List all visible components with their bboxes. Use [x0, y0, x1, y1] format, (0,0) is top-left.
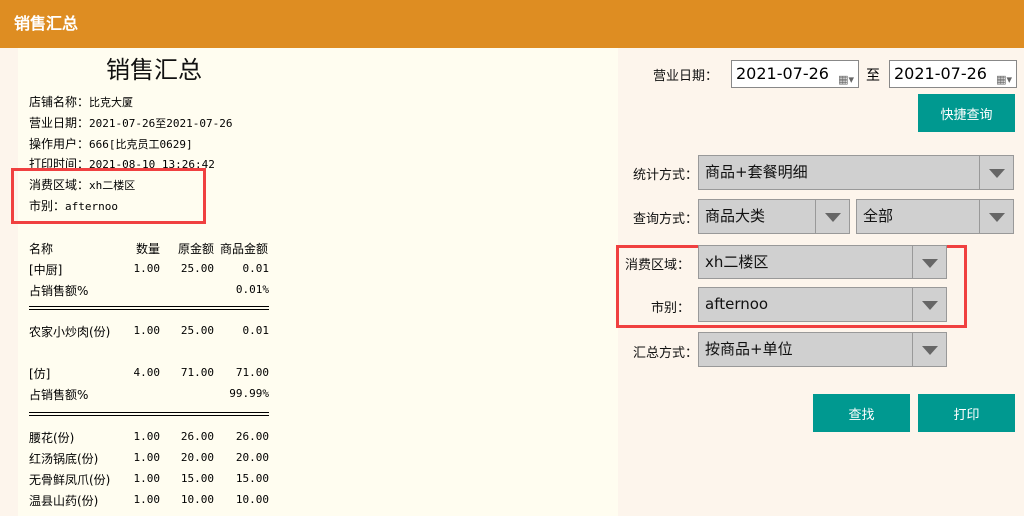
row-name: 无骨鲜凤爪(份): [29, 473, 111, 487]
info-label: 操作用户：: [29, 136, 90, 151]
receipt-info-line: 营业日期：2021-07-26至2021-07-26: [29, 114, 232, 131]
column-header: 数量: [136, 242, 161, 256]
highlight-box: [11, 168, 206, 224]
summary-select[interactable]: 按商品+单位: [698, 332, 947, 367]
calendar-icon[interactable]: ▦▾: [996, 67, 1012, 93]
chevron-down-icon[interactable]: [815, 200, 849, 233]
row-amount: 10.00: [235, 493, 269, 506]
row-name: 占销售额%: [29, 388, 89, 402]
stat-select[interactable]: 商品+套餐明细: [698, 155, 1014, 190]
chevron-down-icon[interactable]: [912, 246, 946, 278]
summary-label: 汇总方式：: [632, 346, 698, 361]
row-amount: 15.00: [235, 472, 269, 485]
page-header: 销售汇总: [0, 0, 1024, 48]
info-value: 比克大厦: [89, 96, 134, 109]
row-amount: 20.00: [235, 451, 269, 464]
row-orig-amount: 26.00: [180, 430, 214, 443]
query-label: 查询方式：: [632, 212, 698, 227]
row-qty: 1.00: [133, 324, 161, 337]
chevron-down-icon[interactable]: [979, 200, 1013, 233]
row-amount: 26.00: [235, 430, 269, 443]
row-name: 占销售额%: [29, 284, 89, 298]
double-divider: [29, 306, 269, 310]
row-qty: 1.00: [133, 262, 161, 275]
search-button[interactable]: 查找: [813, 394, 910, 432]
area-label: 消费区域：: [624, 258, 690, 273]
query-sub-value: 全部: [863, 207, 894, 225]
row-orig-amount: 25.00: [180, 262, 214, 275]
receipt-info-line: 店铺名称：比克大厦: [29, 93, 133, 110]
row-orig-amount: 25.00: [180, 324, 214, 337]
receipt-preview: 销售汇总 店铺名称：比克大厦 营业日期：2021-07-26至2021-07-26…: [11, 48, 618, 516]
quick-query-button[interactable]: 快捷查询: [918, 94, 1015, 132]
summary-value: 按商品+单位: [705, 340, 793, 358]
chevron-down-icon[interactable]: [912, 333, 946, 366]
stat-value: 商品+套餐明细: [705, 163, 808, 181]
row-name: 农家小炒肉(份): [29, 325, 111, 339]
row-orig-amount: 71.00: [180, 366, 214, 379]
info-label: 店铺名称：: [29, 95, 90, 109]
double-divider: [29, 412, 269, 416]
chevron-down-icon[interactable]: [912, 288, 946, 321]
row-amount: 0.01: [242, 324, 270, 337]
shift-select[interactable]: afternoo: [698, 287, 947, 322]
shift-label: 市别：: [650, 301, 690, 316]
date-to-value: 2021-07-26: [894, 64, 987, 83]
receipt-title: 销售汇总: [106, 56, 202, 84]
area-select[interactable]: xh二楼区: [698, 245, 947, 279]
date-from-value: 2021-07-26: [736, 64, 829, 83]
column-header: 原金额: [178, 242, 215, 256]
query-value: 商品大类: [705, 207, 766, 225]
row-orig-amount: 20.00: [180, 451, 214, 464]
to-label: 至: [866, 68, 880, 84]
row-amount: 0.01%: [235, 283, 269, 296]
date-label: 营业日期：: [652, 69, 718, 84]
info-label: 营业日期：: [29, 115, 90, 130]
date-from-input[interactable]: 2021-07-26 ▦▾: [731, 60, 859, 88]
column-header: 商品金额: [220, 242, 269, 256]
area-value: xh二楼区: [705, 253, 769, 271]
row-orig-amount: 10.00: [180, 493, 214, 506]
row-qty: 1.00: [133, 430, 161, 443]
column-header: 名称: [29, 242, 54, 256]
row-qty: 1.00: [133, 472, 161, 485]
chevron-down-icon[interactable]: [979, 156, 1013, 189]
info-value: 666[比克员工0629]: [89, 137, 193, 151]
row-name: [中厨]: [29, 263, 63, 277]
row-name: 红汤锅底(份): [29, 452, 99, 466]
query-select[interactable]: 商品大类: [698, 199, 850, 234]
query-sub-select[interactable]: 全部: [856, 199, 1014, 234]
row-name: 温县山药(份): [29, 494, 99, 508]
row-amount: 0.01: [242, 262, 270, 275]
row-amount: 71.00: [235, 366, 269, 379]
date-to-input[interactable]: 2021-07-26 ▦▾: [889, 60, 1017, 88]
row-qty: 4.00: [133, 366, 161, 379]
row-name: [仿]: [29, 367, 51, 381]
row-name: 腰花(份): [29, 431, 75, 445]
row-qty: 1.00: [133, 493, 161, 506]
shift-value: afternoo: [705, 295, 769, 313]
calendar-icon[interactable]: ▦▾: [838, 67, 854, 93]
info-value: 2021-07-26至2021-07-26: [89, 116, 233, 130]
print-button[interactable]: 打印: [918, 394, 1015, 432]
receipt-info-line: 操作用户：666[比克员工0629]: [29, 135, 193, 152]
row-qty: 1.00: [133, 451, 161, 464]
row-orig-amount: 15.00: [180, 472, 214, 485]
stat-label: 统计方式：: [632, 168, 698, 183]
row-amount: 99.99%: [229, 387, 269, 400]
